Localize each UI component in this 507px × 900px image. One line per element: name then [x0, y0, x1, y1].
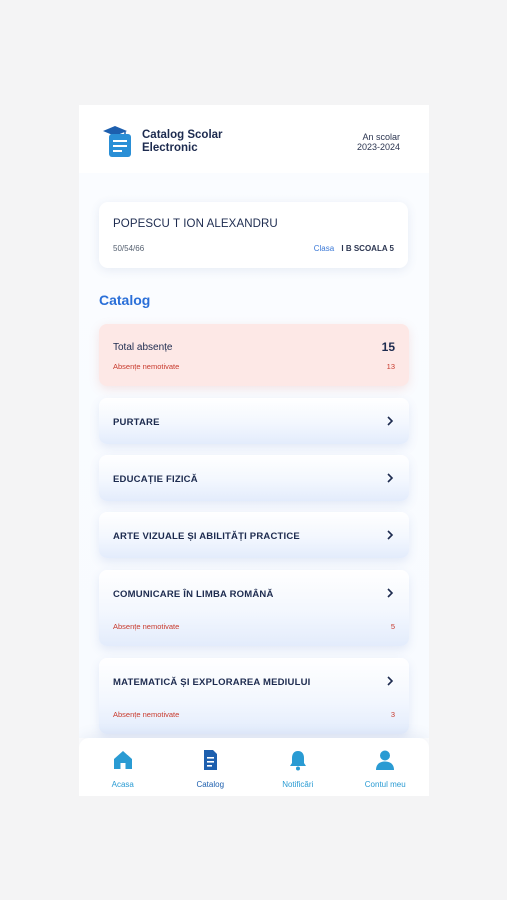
subject-card-purtare[interactable]: PURTARE — [99, 398, 409, 444]
nav-notifications[interactable]: Notificări — [254, 738, 342, 796]
chevron-right-icon — [387, 416, 394, 426]
student-code: 50/54/66 — [113, 244, 145, 253]
nav-home-label: Acasa — [111, 780, 134, 789]
unmotivated-absences-count: 13 — [386, 362, 395, 371]
bottom-navigation: Acasa Catalog Notificări Contul meu — [79, 738, 429, 796]
nav-home[interactable]: Acasa — [79, 738, 167, 796]
section-title: Catalog — [99, 292, 151, 308]
subject-name: MATEMATICĂ ȘI EXPLORAREA MEDIULUI — [113, 677, 311, 688]
app-title-line1: Catalog Scolar — [142, 129, 223, 141]
chevron-right-icon — [387, 588, 394, 598]
student-card: POPESCU T ION ALEXANDRU 50/54/66 Clasa I… — [99, 202, 408, 268]
chevron-right-icon — [387, 530, 394, 540]
school-year: An scolar 2023-2024 — [357, 132, 400, 152]
unmotivated-absences-label: Absențe nemotivate — [113, 710, 180, 719]
document-icon — [204, 750, 218, 770]
absences-summary-card[interactable]: Total absențe 15 Absențe nemotivate 13 — [99, 324, 409, 386]
subject-card-arte-vizuale[interactable]: ARTE VIZUALE ȘI ABILITĂȚI PRACTICE — [99, 512, 409, 558]
subject-name: PURTARE — [113, 417, 160, 428]
user-icon — [376, 750, 395, 770]
app-title: Catalog Scolar Electronic — [142, 129, 242, 154]
subject-card-educatie-fizica[interactable]: EDUCAȚIE FIZICĂ — [99, 455, 409, 501]
nav-notifications-label: Notificări — [282, 780, 314, 789]
subject-name: ARTE VIZUALE ȘI ABILITĂȚI PRACTICE — [113, 531, 300, 542]
student-name: POPESCU T ION ALEXANDRU — [113, 218, 278, 230]
class-value: I B SCOALA 5 — [341, 244, 394, 253]
absences-title: Total absențe — [113, 342, 173, 353]
nav-account-label: Contul meu — [364, 780, 406, 789]
chevron-right-icon — [387, 676, 394, 686]
app-title-line2: Electronic — [142, 141, 198, 154]
unmotivated-absences-count: 5 — [390, 622, 395, 631]
subject-card-matematica[interactable]: MATEMATICĂ ȘI EXPLORAREA MEDIULUI Absenț… — [99, 658, 409, 734]
school-year-label: An scolar — [362, 132, 400, 142]
graduation-cap-document-icon — [101, 125, 137, 159]
class-label: Clasa — [313, 244, 335, 253]
unmotivated-absences-label: Absențe nemotivate — [113, 362, 180, 371]
subject-card-comunicare-limba-romana[interactable]: COMUNICARE ÎN LIMBA ROMÂNĂ Absențe nemot… — [99, 570, 409, 646]
nav-catalog-label: Catalog — [196, 780, 225, 789]
school-year-value: 2023-2024 — [356, 142, 400, 152]
nav-account[interactable]: Contul meu — [342, 738, 430, 796]
phone-screen: Catalog Scolar Electronic An scolar 2023… — [79, 105, 429, 796]
unmotivated-absences-count: 3 — [390, 710, 395, 719]
chevron-right-icon — [387, 473, 394, 483]
app-header: Catalog Scolar Electronic An scolar 2023… — [79, 105, 429, 173]
unmotivated-absences-label: Absențe nemotivate — [113, 622, 180, 631]
home-icon — [113, 751, 132, 769]
absences-total: 15 — [381, 340, 395, 354]
student-class: Clasa I B SCOALA 5 — [314, 244, 394, 253]
bell-icon — [289, 751, 306, 771]
subject-name: EDUCAȚIE FIZICĂ — [113, 474, 198, 485]
subject-name: COMUNICARE ÎN LIMBA ROMÂNĂ — [113, 589, 274, 600]
nav-catalog[interactable]: Catalog — [167, 738, 255, 796]
main-content: POPESCU T ION ALEXANDRU 50/54/66 Clasa I… — [79, 173, 429, 738]
